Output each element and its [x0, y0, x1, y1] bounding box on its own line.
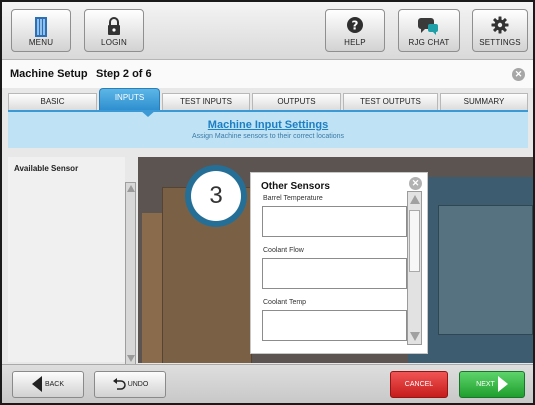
svg-text:?: ?: [352, 19, 359, 33]
other-sensors-dialog: Other Sensors ✕ Barrel Temperature Coola…: [250, 172, 428, 354]
chat-icon: [418, 18, 438, 35]
cancel-button[interactable]: CANCEL: [390, 371, 448, 398]
callout-number: 3: [191, 171, 241, 221]
help-button[interactable]: ? HELP: [325, 9, 385, 52]
step-indicator: Step 2 of 6: [96, 68, 152, 80]
help-icon: ?: [347, 17, 363, 33]
scroll-down-icon[interactable]: [127, 355, 135, 362]
title-row: Machine Setup Step 2 of 6 ✕: [2, 60, 533, 88]
tab-label: BASIC: [40, 97, 65, 106]
gear-icon: [491, 16, 509, 34]
tab-test-outputs[interactable]: TEST OUTPUTS: [343, 93, 438, 110]
tab-test-inputs[interactable]: TEST INPUTS: [162, 93, 250, 110]
undo-icon: [112, 378, 126, 390]
menu-label: MENU: [28, 38, 54, 47]
arrow-right-icon: [497, 376, 508, 393]
tab-bar: BASIC INPUTS TEST INPUTS OUTPUTS TEST OU…: [8, 88, 530, 110]
step-callout: 3: [185, 165, 247, 227]
lock-icon: [108, 17, 120, 35]
undo-button[interactable]: UNDO: [94, 371, 166, 398]
coolant-flow-label: Coolant Flow: [263, 247, 304, 254]
coolant-flow-drop-zone[interactable]: [262, 258, 407, 289]
menu-icon: [35, 17, 47, 37]
barrel-temperature-label: Barrel Temperature: [263, 195, 323, 202]
machine-part: [438, 205, 533, 335]
back-button[interactable]: BACK: [12, 371, 84, 398]
undo-label: UNDO: [127, 381, 149, 388]
scroll-up-icon[interactable]: [127, 185, 135, 192]
tab-label: INPUTS: [114, 93, 145, 102]
tab-label: SUMMARY: [463, 97, 505, 106]
tab-label: TEST OUTPUTS: [360, 97, 421, 106]
scroll-down-icon[interactable]: [410, 332, 420, 341]
available-sensor-heading: Available Sensor: [14, 164, 79, 173]
close-icon: ✕: [514, 69, 523, 79]
cancel-label: CANCEL: [404, 381, 434, 388]
available-sensor-panel: Available Sensor: [8, 157, 125, 362]
active-tab-pointer: [140, 110, 156, 117]
bottom-action-bar: BACK UNDO CANCEL NEXT: [2, 364, 533, 403]
arrow-left-icon: [31, 376, 42, 393]
tab-summary[interactable]: SUMMARY: [440, 93, 528, 110]
tab-outputs[interactable]: OUTPUTS: [252, 93, 341, 110]
tab-basic[interactable]: BASIC: [8, 93, 97, 110]
section-banner: Machine Input Settings Assign Machine se…: [8, 110, 528, 148]
back-label: BACK: [44, 381, 65, 388]
app-window: MENU LOGIN ? HELP RJG CHAT SETTINGS Mach…: [0, 0, 535, 405]
login-button[interactable]: LOGIN: [84, 9, 144, 52]
dialog-close-button[interactable]: ✕: [409, 177, 422, 190]
menu-button[interactable]: MENU: [11, 9, 71, 52]
tab-label: OUTPUTS: [277, 97, 316, 106]
scroll-up-icon[interactable]: [410, 195, 420, 204]
login-label: LOGIN: [101, 38, 127, 47]
next-button[interactable]: NEXT: [459, 371, 525, 398]
sensor-list-scrollbar[interactable]: [125, 182, 136, 365]
rjg-chat-label: RJG CHAT: [408, 38, 450, 47]
settings-button[interactable]: SETTINGS: [472, 9, 528, 52]
close-setup-button[interactable]: ✕: [512, 68, 525, 81]
coolant-temp-label: Coolant Temp: [263, 299, 307, 306]
section-subheading: Assign Machine sensors to their correct …: [191, 133, 345, 140]
rjg-chat-button[interactable]: RJG CHAT: [398, 9, 460, 52]
page-title: Machine Setup: [10, 68, 88, 80]
close-icon: ✕: [411, 178, 420, 188]
settings-label: SETTINGS: [479, 38, 521, 47]
scrollbar-thumb[interactable]: [409, 210, 420, 272]
tab-label: TEST INPUTS: [180, 97, 232, 106]
section-heading: Machine Input Settings: [207, 119, 329, 131]
coolant-temp-drop-zone[interactable]: [262, 310, 407, 341]
machine-part: [142, 213, 164, 363]
next-label: NEXT: [476, 381, 495, 388]
help-label: HELP: [344, 38, 366, 47]
top-toolbar: MENU LOGIN ? HELP RJG CHAT SETTINGS: [2, 2, 533, 60]
tab-inputs[interactable]: INPUTS: [99, 88, 160, 110]
dialog-scrollbar[interactable]: [407, 191, 422, 345]
dialog-title: Other Sensors: [261, 181, 330, 192]
barrel-temperature-drop-zone[interactable]: [262, 206, 407, 237]
